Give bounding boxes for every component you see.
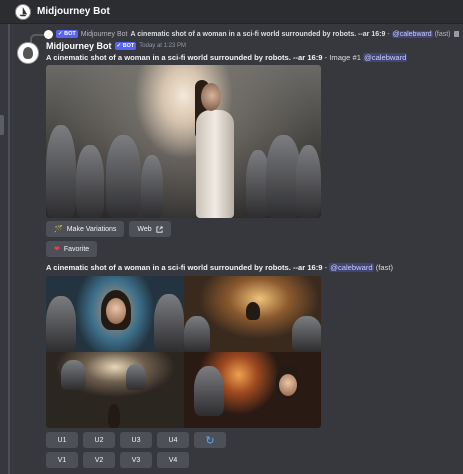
variation-button-2[interactable]: V2	[83, 452, 115, 468]
reply-mention[interactable]: @calebward	[391, 30, 433, 38]
woman-hair	[245, 302, 260, 320]
message-bot-badge: ✓ BOT	[114, 42, 137, 50]
grid-image-2[interactable]	[183, 276, 321, 352]
grid-image-1[interactable]	[46, 276, 184, 352]
variation-button-4[interactable]: V4	[157, 452, 189, 468]
robot-figure	[126, 364, 146, 390]
refresh-icon: ↻	[205, 434, 215, 447]
message-timestamp: Today at 1:23 PM	[139, 43, 186, 49]
thread-divider	[8, 24, 10, 474]
robot-figure	[291, 316, 321, 352]
woman-figure	[108, 404, 120, 428]
message-prompt-line: A cinematic shot of a woman in a sci-fi …	[46, 53, 456, 62]
favorite-button[interactable]: ❤ Favorite	[46, 241, 98, 257]
reply-prompt: A cinematic shot of a woman in a sci-fi …	[130, 30, 386, 38]
channel-title: Midjourney Bot	[37, 6, 110, 17]
grid-image-4[interactable]	[183, 352, 321, 428]
robot-figure	[141, 155, 163, 218]
external-link-icon	[156, 225, 163, 233]
sidebar-handle[interactable]	[0, 115, 4, 135]
woman-face	[278, 374, 297, 396]
channel-header: Midjourney Bot	[0, 0, 463, 24]
wand-icon: 🪄	[54, 226, 63, 233]
reroll-button[interactable]: ↻	[194, 432, 226, 448]
robot-figure	[46, 296, 76, 352]
reply-bot-badge: ✓ BOT	[56, 30, 78, 38]
message-prompt: A cinematic shot of a woman in a sci-fi …	[46, 53, 323, 62]
upscale-row: U1 U2 U3 U4 ↻	[46, 432, 226, 448]
bot-avatar-icon[interactable]	[15, 4, 31, 20]
variation-button-3[interactable]: V3	[120, 452, 152, 468]
reply-username[interactable]: Midjourney Bot	[81, 31, 128, 38]
upscaled-image[interactable]	[46, 65, 321, 218]
robot-figure	[46, 125, 76, 218]
robot-figure	[183, 316, 210, 352]
image-icon	[453, 31, 459, 37]
message-avatar[interactable]	[17, 42, 39, 64]
robot-figure	[106, 135, 141, 218]
robot-figure	[76, 145, 104, 218]
upscale-button-3[interactable]: U3	[120, 432, 152, 448]
robot-figure	[61, 360, 86, 390]
grid-suffix: (fast)	[373, 263, 394, 272]
message-image-label: Image #1	[329, 53, 361, 62]
upscale-button-2[interactable]: U2	[83, 432, 115, 448]
upscale-button-1[interactable]: U1	[46, 432, 78, 448]
variation-row: V1 V2 V3 V4	[46, 452, 189, 468]
woman-figure	[196, 110, 234, 218]
favorite-row: ❤ Favorite	[46, 241, 98, 257]
reply-avatar-icon	[44, 29, 53, 39]
robot-figure	[193, 366, 224, 416]
woman-face	[201, 83, 221, 111]
image-grid[interactable]	[46, 276, 321, 428]
reply-separator: -	[385, 30, 392, 38]
message-mention[interactable]: @calebward	[363, 53, 408, 62]
web-button[interactable]: Web	[129, 221, 171, 237]
reply-reference[interactable]: ✓ BOT Midjourney Bot A cinematic shot of…	[44, 28, 459, 40]
robot-figure	[296, 145, 321, 218]
action-row: 🪄 Make Variations Web	[46, 221, 171, 237]
grid-image-3[interactable]	[46, 352, 184, 428]
robot-figure	[154, 294, 184, 352]
make-variations-button[interactable]: 🪄 Make Variations	[46, 221, 125, 237]
woman-face	[106, 298, 126, 324]
variation-button-1[interactable]: V1	[46, 452, 78, 468]
sailboat-icon	[19, 7, 28, 17]
heart-icon: ❤	[54, 246, 60, 253]
upscale-button-4[interactable]: U4	[157, 432, 189, 448]
message-username[interactable]: Midjourney Bot	[46, 41, 112, 51]
grid-prompt: A cinematic shot of a woman in a sci-fi …	[46, 263, 323, 272]
message-header: Midjourney Bot ✓ BOT Today at 1:23 PM	[46, 41, 186, 51]
reply-suffix: (fast)	[432, 30, 451, 38]
grid-prompt-line: A cinematic shot of a woman in a sci-fi …	[46, 263, 456, 272]
grid-mention[interactable]: @calebward	[329, 263, 374, 272]
